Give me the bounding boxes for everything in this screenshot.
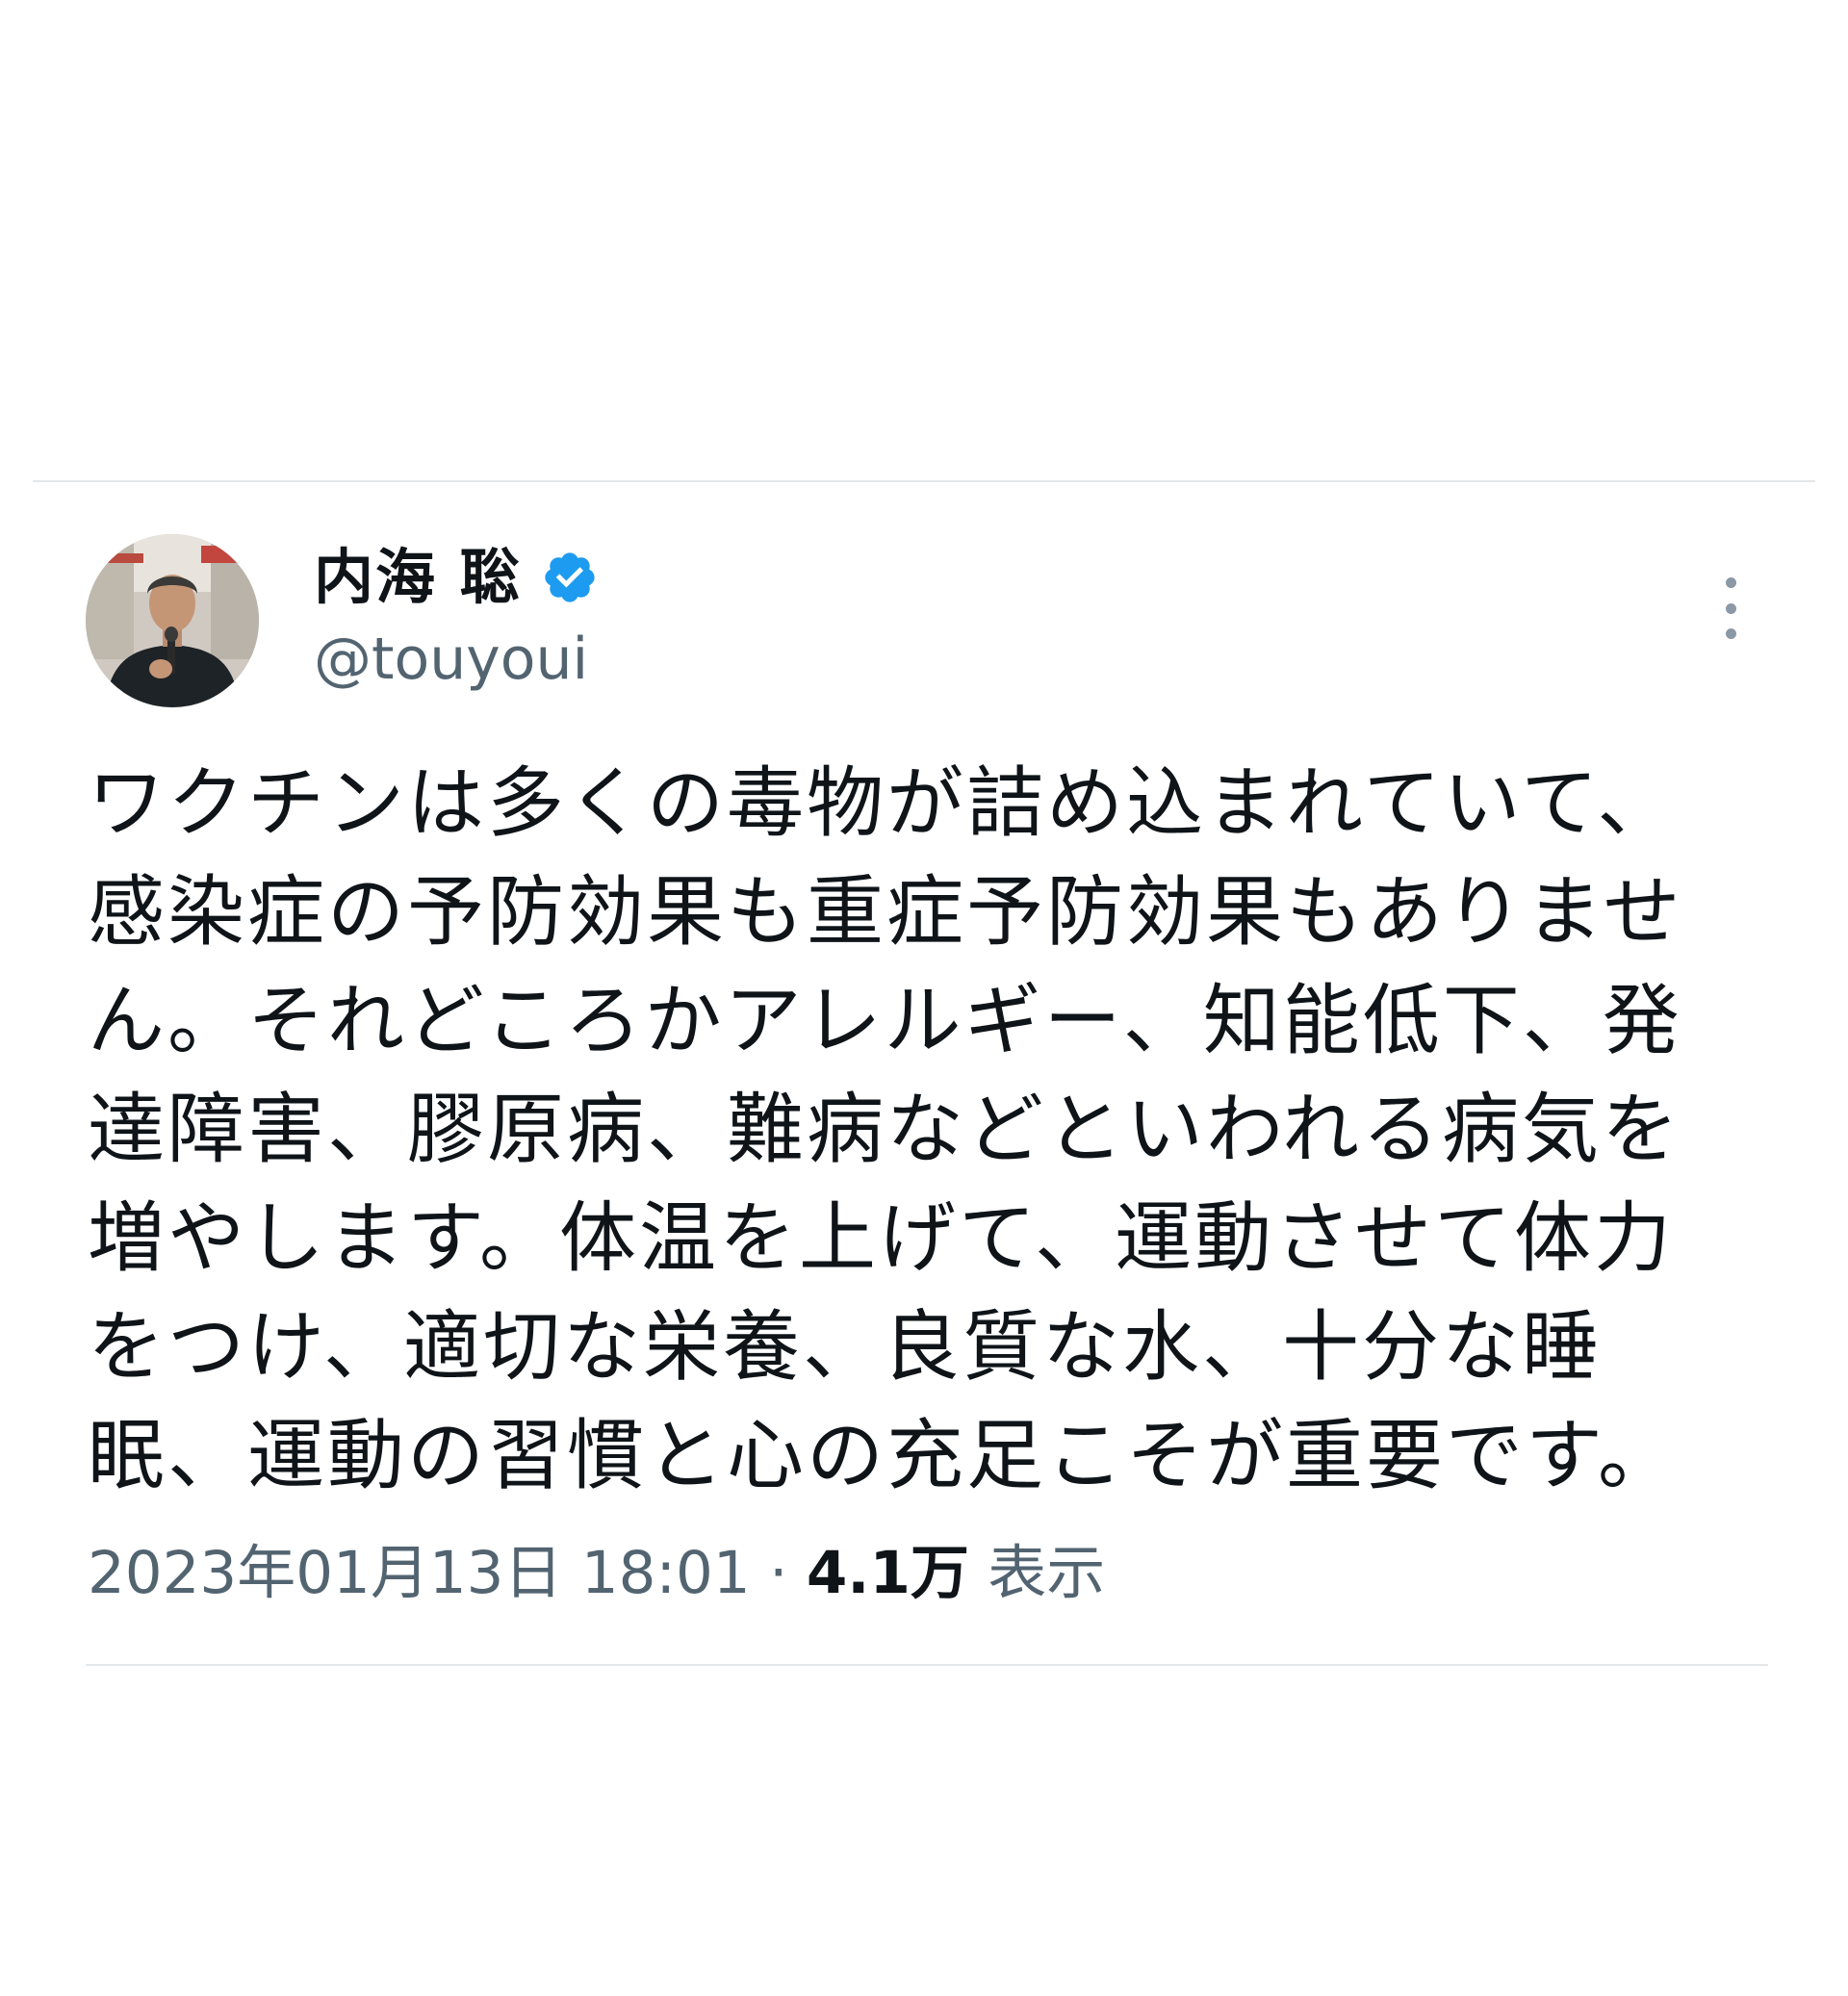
tweet-text: ワクチンは多くの毒物が詰め込まれていて、 感染症の予防効果も重症予防効果もありま…: [88, 758, 1683, 1500]
bottom-divider: [86, 1664, 1768, 1666]
avatar-photo: [86, 534, 259, 707]
more-options-button[interactable]: [1704, 570, 1758, 647]
views-label: 表示: [988, 1539, 1106, 1607]
author-handle[interactable]: @touyoui: [314, 630, 588, 688]
meta-separator: ·: [769, 1539, 788, 1607]
views-count: 4.1万: [806, 1539, 969, 1607]
more-vertical-icon-dot: [1725, 602, 1736, 614]
author-name-row: 内海 聡: [314, 539, 599, 616]
avatar[interactable]: [86, 534, 259, 707]
display-name[interactable]: 内海 聡: [314, 548, 522, 607]
verified-badge-icon: [544, 552, 595, 602]
top-divider: [33, 480, 1815, 482]
more-vertical-icon-dot: [1725, 628, 1736, 639]
tweet-meta: 2023年01月13日 18:01 · 4.1万 表示: [88, 1535, 1105, 1612]
tweet-timestamp[interactable]: 2023年01月13日 18:01: [88, 1539, 751, 1607]
more-vertical-icon: [1725, 577, 1736, 588]
